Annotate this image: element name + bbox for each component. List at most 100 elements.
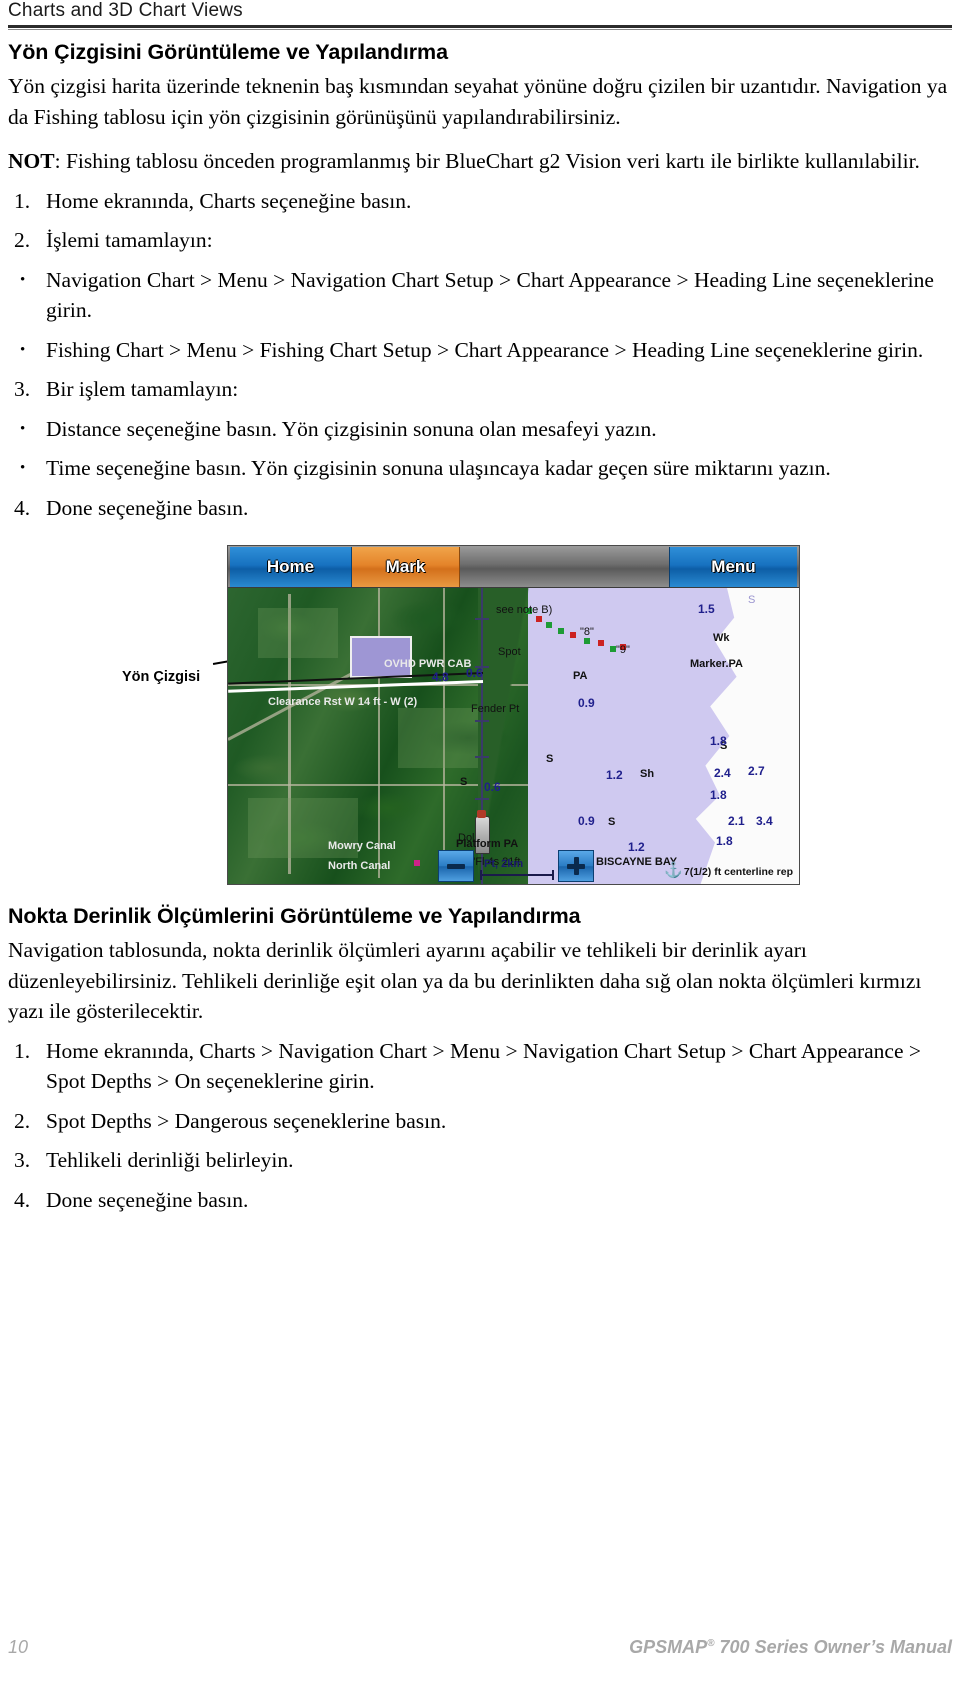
anchor-icon: ⚓	[664, 863, 683, 879]
step-text: Home ekranında, Charts > Navigation Char…	[46, 1038, 922, 1094]
section2-title: Nokta Derinlik Ölçümlerini Görüntüleme v…	[8, 904, 581, 928]
page-header: Charts and 3D Chart Views	[0, 0, 960, 30]
gps-bottom-toolbar: Pt, 2km ⚓ 7(1/2) ft centerline rep	[228, 848, 799, 884]
registered-mark-icon: ®	[707, 1638, 715, 1649]
step-text: İşlemi tamamlayın:	[46, 228, 213, 252]
plus-icon-vertical	[573, 857, 579, 875]
step-marker: 4.	[14, 1187, 31, 1212]
buoy-marker	[570, 632, 576, 638]
step-text: Navigation Chart > Menu > Navigation Cha…	[46, 267, 934, 323]
field-patch	[398, 708, 488, 768]
zoom-out-button[interactable]	[438, 850, 474, 882]
page-footer: 10 GPSMAP® 700 Series Owner’s Manual	[0, 1637, 960, 1665]
map-label: Fender Pt	[471, 703, 520, 715]
depth-sounding: 0.9	[578, 814, 595, 828]
section1-intro: Yön çizgisi harita üzerinde teknenin baş…	[8, 74, 948, 129]
home-button[interactable]: Home	[230, 547, 352, 587]
step-numbered-item: 2. İşlemi tamamlayın:	[8, 225, 952, 256]
depth-sounding: 1.8	[710, 788, 727, 802]
mark-button[interactable]: Mark	[352, 547, 460, 587]
step-numbered-item: 4. Done seçeneğine basın.	[8, 1185, 952, 1216]
section2-intro: Navigation tablosunda, nokta derinlik öl…	[8, 938, 922, 1023]
note-text: : Fishing tablosu önceden programlanmış …	[54, 149, 920, 173]
step-text: Done seçeneğine basın.	[46, 495, 249, 520]
manual-title-post: 700 Series Owner’s Manual	[714, 1637, 952, 1657]
section1-title: Yön Çizgisini Görüntüleme ve Yapılandırm…	[8, 40, 448, 64]
depth-sounding: 0.6	[466, 666, 483, 680]
step-marker: 4.	[14, 495, 31, 520]
manual-title-pre: GPSMAP	[629, 1637, 708, 1657]
map-scale-bar	[480, 870, 554, 880]
buoy-marker	[584, 638, 590, 644]
depth-sounding: 1.2	[606, 768, 623, 782]
manual-title: GPSMAP® 700 Series Owner’s Manual	[629, 1637, 952, 1658]
menu-button[interactable]: Menu	[669, 547, 797, 587]
step-text: Time seçeneğine basın. Yön çizgisinin so…	[46, 456, 831, 480]
depth-sounding: 3.4	[756, 814, 773, 828]
step-marker: 2.	[14, 1108, 31, 1133]
map-label: "9"	[616, 644, 630, 656]
road-line	[378, 588, 380, 878]
section1-steps: 1. Home ekranında, Charts seçeneğine bası…	[8, 186, 952, 524]
figure-heading-line: Yön Çizgisi Home Mark Menu see note B) S…	[8, 545, 952, 890]
zoom-in-button[interactable]	[558, 850, 594, 882]
map-label: S	[460, 776, 468, 788]
field-patch	[258, 608, 338, 658]
map-label: S	[546, 753, 554, 765]
map-label: S	[748, 594, 756, 606]
depth-sounding: 0.6	[484, 780, 501, 794]
step-numbered-item: 1. Home ekranında, Charts seçeneğine bası…	[8, 186, 952, 217]
step-numbered-item: 4. Done seçeneğine basın.	[8, 493, 952, 524]
step-bullet-item: • Time seçeneğine basın. Yön çizgisinin s…	[8, 453, 952, 484]
step-marker: •	[20, 341, 26, 358]
step-text: Home ekranında, Charts seçeneğine basın.	[46, 188, 412, 213]
step-text: Done seçeneğine basın.	[46, 1187, 249, 1212]
track-tick	[475, 798, 489, 800]
step-bullet-item: • Distance seçeneğine basın. Yön çizgisin…	[8, 414, 952, 445]
map-label: Wk	[713, 632, 730, 644]
map-label: Dol	[458, 832, 475, 844]
minus-icon	[447, 863, 465, 869]
map-label: Sh	[640, 768, 655, 780]
depth-sounding: 1.8	[716, 834, 733, 848]
depth-sounding: 1.8	[710, 734, 727, 748]
callout-label-yon-cizgisi: Yön Çizgisi	[122, 669, 201, 685]
map-label: Spot	[498, 646, 521, 658]
step-marker: 1.	[14, 1038, 31, 1063]
track-tick	[475, 756, 489, 758]
buoy-marker	[598, 640, 604, 646]
map-label: "8"	[580, 626, 594, 638]
buoy-marker	[546, 622, 552, 628]
depth-sounding: 4.8	[432, 670, 449, 684]
note-label: NOT	[8, 149, 55, 173]
map-scale-label: Pt, 2km	[484, 858, 524, 870]
page-number: 10	[8, 1637, 29, 1657]
map-label: Clearance Rst W 14 ft - W (2)	[268, 696, 418, 708]
step-numbered-item: 3. Tehlikeli derinliği belirleyin.	[8, 1145, 952, 1176]
step-marker: 2.	[14, 228, 31, 252]
step-text: Distance seçeneğine basın. Yön çizgisini…	[46, 416, 657, 441]
track-tick	[475, 720, 489, 722]
map-label: OVHD PWR CAB	[384, 658, 472, 670]
header-rule	[8, 25, 952, 28]
gps-top-toolbar: Home Mark Menu	[228, 546, 799, 588]
gps-chart-screenshot: Home Mark Menu see note B) Spot "8" "9" …	[227, 545, 800, 885]
section2-steps: 1. Home ekranında, Charts > Navigation Ch…	[8, 1036, 952, 1216]
buoy-marker	[536, 616, 542, 622]
map-label: S	[608, 816, 616, 828]
gps-map-canvas[interactable]: see note B) Spot "8" "9" PA Wk Marker.PA Fender…	[228, 588, 799, 884]
status-text: 7(1/2) ft centerline rep	[683, 866, 793, 878]
buoy-marker	[558, 628, 564, 634]
step-text: Tehlikeli derinliği belirleyin.	[46, 1148, 294, 1172]
step-marker: 1.	[14, 188, 31, 213]
map-label: PA	[573, 670, 588, 682]
step-bullet-item: • Navigation Chart > Menu > Navigation Ch…	[8, 265, 952, 326]
step-marker: •	[20, 460, 26, 476]
right-landmass	[695, 588, 799, 884]
step-text: Bir işlem tamamlayın:	[46, 377, 239, 401]
step-marker: •	[20, 420, 26, 437]
depth-sounding: 1.5	[698, 602, 715, 616]
step-bullet-item: • Fishing Chart > Menu > Fishing Chart Se…	[8, 335, 952, 366]
step-text: Spot Depths > Dangerous seçeneklerine ba…	[46, 1108, 447, 1133]
step-numbered-item: 1. Home ekranında, Charts > Navigation Ch…	[8, 1036, 952, 1097]
